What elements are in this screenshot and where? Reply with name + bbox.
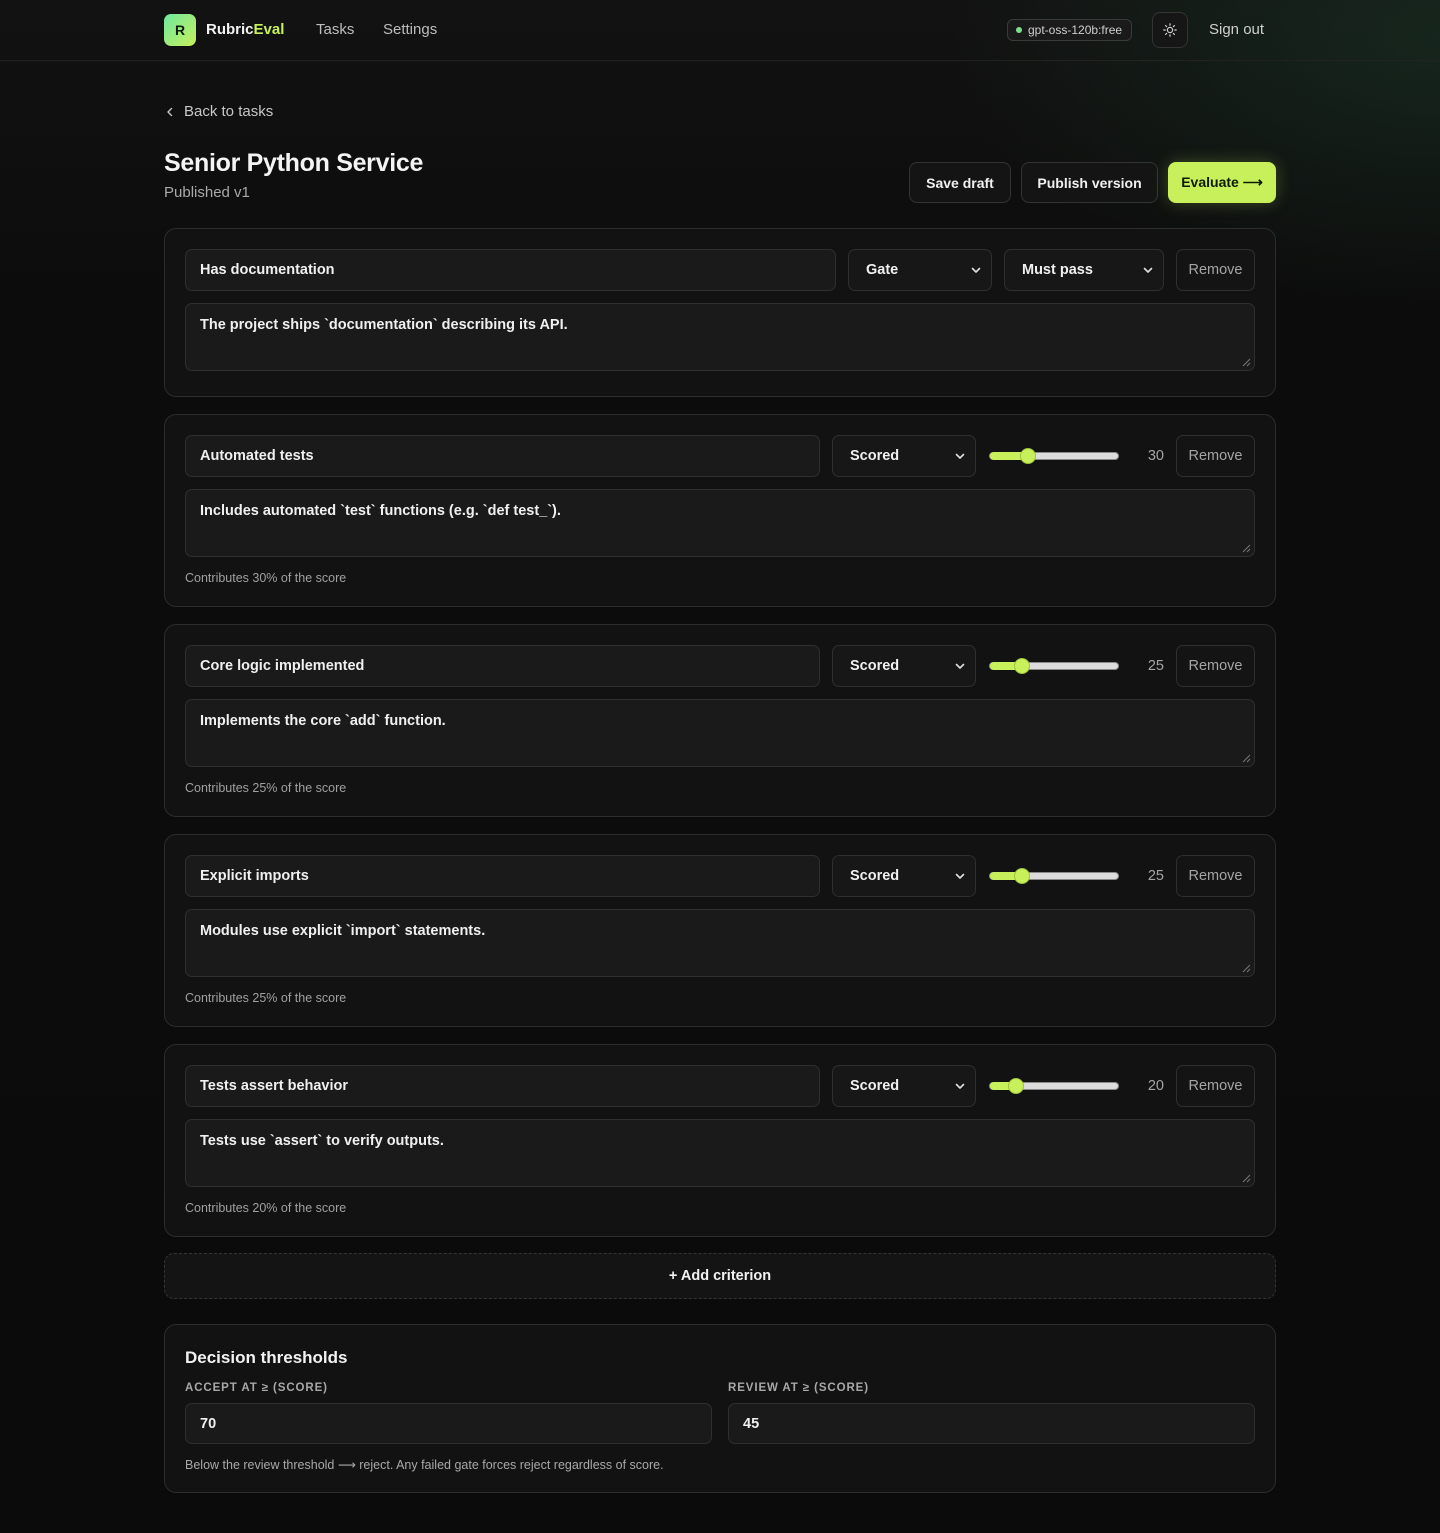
remove-criterion-button[interactable]: Remove [1176,1065,1255,1107]
gate-mode-select[interactable]: Must pass [1004,249,1164,291]
page-subtitle: Published v1 [164,184,250,201]
remove-criterion-button[interactable]: Remove [1176,435,1255,477]
resize-handle-icon[interactable] [1242,544,1251,553]
criterion-name-input[interactable]: Has documentation [185,249,836,291]
weight-slider[interactable] [989,448,1119,464]
top-nav: R RubricEval Tasks Settings gpt-oss-120b… [0,0,1440,61]
accept-threshold-label: ACCEPT AT ≥ (SCORE) [185,1382,328,1394]
add-criterion-button[interactable]: + Add criterion [164,1253,1276,1299]
save-draft-button[interactable]: Save draft [909,162,1011,203]
weight-slider[interactable] [989,1078,1119,1094]
criterion-card: Core logic implemented Scored 25 Remove … [164,624,1276,817]
back-label: Back to tasks [184,103,274,120]
criterion-type-select[interactable]: Scored [832,435,976,477]
weight-slider-thumb[interactable] [1014,868,1030,884]
criterion-type-value: Scored [850,1078,900,1094]
chevron-down-icon [1143,267,1153,273]
criterion-description-text: Tests use `assert` to verify outputs. [200,1133,444,1149]
resize-handle-icon[interactable] [1242,1174,1251,1183]
chevron-down-icon [971,267,981,273]
review-threshold-label: REVIEW AT ≥ (SCORE) [728,1382,869,1394]
evaluate-button[interactable]: Evaluate ⟶ [1168,162,1276,203]
criterion-description-input[interactable]: Modules use explicit `import` statements… [185,909,1255,977]
criterion-description-input[interactable]: Tests use `assert` to verify outputs. [185,1119,1255,1187]
status-dot-icon [1016,27,1022,33]
criterion-card: Has documentation Gate Must pass Remove … [164,228,1276,397]
contribution-text: Contributes 30% of the score [185,571,347,585]
contribution-text: Contributes 25% of the score [185,991,347,1005]
contribution-text: Contributes 20% of the score [185,1201,347,1215]
theme-toggle-button[interactable] [1152,12,1188,48]
remove-criterion-button[interactable]: Remove [1176,249,1255,291]
publish-version-button[interactable]: Publish version [1021,162,1158,203]
chevron-down-icon [955,873,965,879]
criterion-description-text: Modules use explicit `import` statements… [200,923,486,939]
sign-out-link[interactable]: Sign out [1209,21,1264,38]
criterion-name-input[interactable]: Explicit imports [185,855,820,897]
contribution-text: Contributes 25% of the score [185,781,347,795]
brand-suffix: Eval [253,21,285,38]
decision-thresholds-card: Decision thresholds ACCEPT AT ≥ (SCORE) … [164,1324,1276,1493]
weight-value: 20 [1147,1078,1164,1094]
criterion-card: Explicit imports Scored 25 Remove Module… [164,834,1276,1027]
criterion-description-text: The project ships `documentation` descri… [200,317,568,333]
criterion-type-select[interactable]: Scored [832,645,976,687]
criterion-card: Tests assert behavior Scored 20 Remove T… [164,1044,1276,1237]
criterion-description-text: Implements the core `add` function. [200,713,446,729]
remove-criterion-button[interactable]: Remove [1176,645,1255,687]
brand-logo[interactable]: R [164,14,196,46]
brand-prefix: Rubric [206,21,254,38]
weight-slider[interactable] [989,658,1119,674]
criterion-card: Automated tests Scored 30 Remove Include… [164,414,1276,607]
criterion-name-input[interactable]: Automated tests [185,435,820,477]
chevron-down-icon [955,663,965,669]
criterion-description-input[interactable]: Implements the core `add` function. [185,699,1255,767]
chevron-down-icon [955,1083,965,1089]
criterion-description-text: Includes automated `test` functions (e.g… [200,503,561,519]
criterion-type-select[interactable]: Scored [832,855,976,897]
accept-threshold-input[interactable]: 70 [185,1403,712,1444]
page-title: Senior Python Service [164,149,424,177]
criterion-type-value: Scored [850,658,900,674]
weight-slider-thumb[interactable] [1014,658,1030,674]
gate-mode-value: Must pass [1022,262,1093,278]
review-threshold-input[interactable]: 45 [728,1403,1255,1444]
resize-handle-icon[interactable] [1242,754,1251,763]
nav-link-settings[interactable]: Settings [383,21,437,38]
criterion-name-input[interactable]: Tests assert behavior [185,1065,820,1107]
criterion-type-select[interactable]: Gate [848,249,992,291]
criterion-type-value: Scored [850,868,900,884]
thresholds-title: Decision thresholds [185,1348,348,1367]
chevron-down-icon [955,453,965,459]
model-badge: gpt-oss-120b:free [1007,19,1133,41]
weight-value: 25 [1147,868,1164,884]
criterion-name-input[interactable]: Core logic implemented [185,645,820,687]
criterion-type-value: Gate [866,262,899,278]
criterion-description-input[interactable]: The project ships `documentation` descri… [185,303,1255,371]
criterion-type-select[interactable]: Scored [832,1065,976,1107]
resize-handle-icon[interactable] [1242,358,1251,367]
weight-value: 30 [1147,448,1164,464]
sun-icon [1163,23,1177,37]
back-to-tasks-link[interactable]: Back to tasks [164,103,273,120]
resize-handle-icon[interactable] [1242,964,1251,973]
brand-name[interactable]: RubricEval [206,21,284,38]
weight-slider-thumb[interactable] [1020,448,1037,464]
criterion-description-input[interactable]: Includes automated `test` functions (e.g… [185,489,1255,557]
criterion-type-value: Scored [850,448,900,464]
model-name: gpt-oss-120b:free [1028,23,1123,37]
thresholds-note: Below the review threshold ⟶ reject. Any… [185,1458,664,1472]
weight-slider[interactable] [989,868,1119,884]
chevron-left-icon [167,107,173,116]
remove-criterion-button[interactable]: Remove [1176,855,1255,897]
weight-value: 25 [1147,658,1164,674]
nav-link-tasks[interactable]: Tasks [316,21,354,38]
weight-slider-thumb[interactable] [1007,1078,1024,1094]
